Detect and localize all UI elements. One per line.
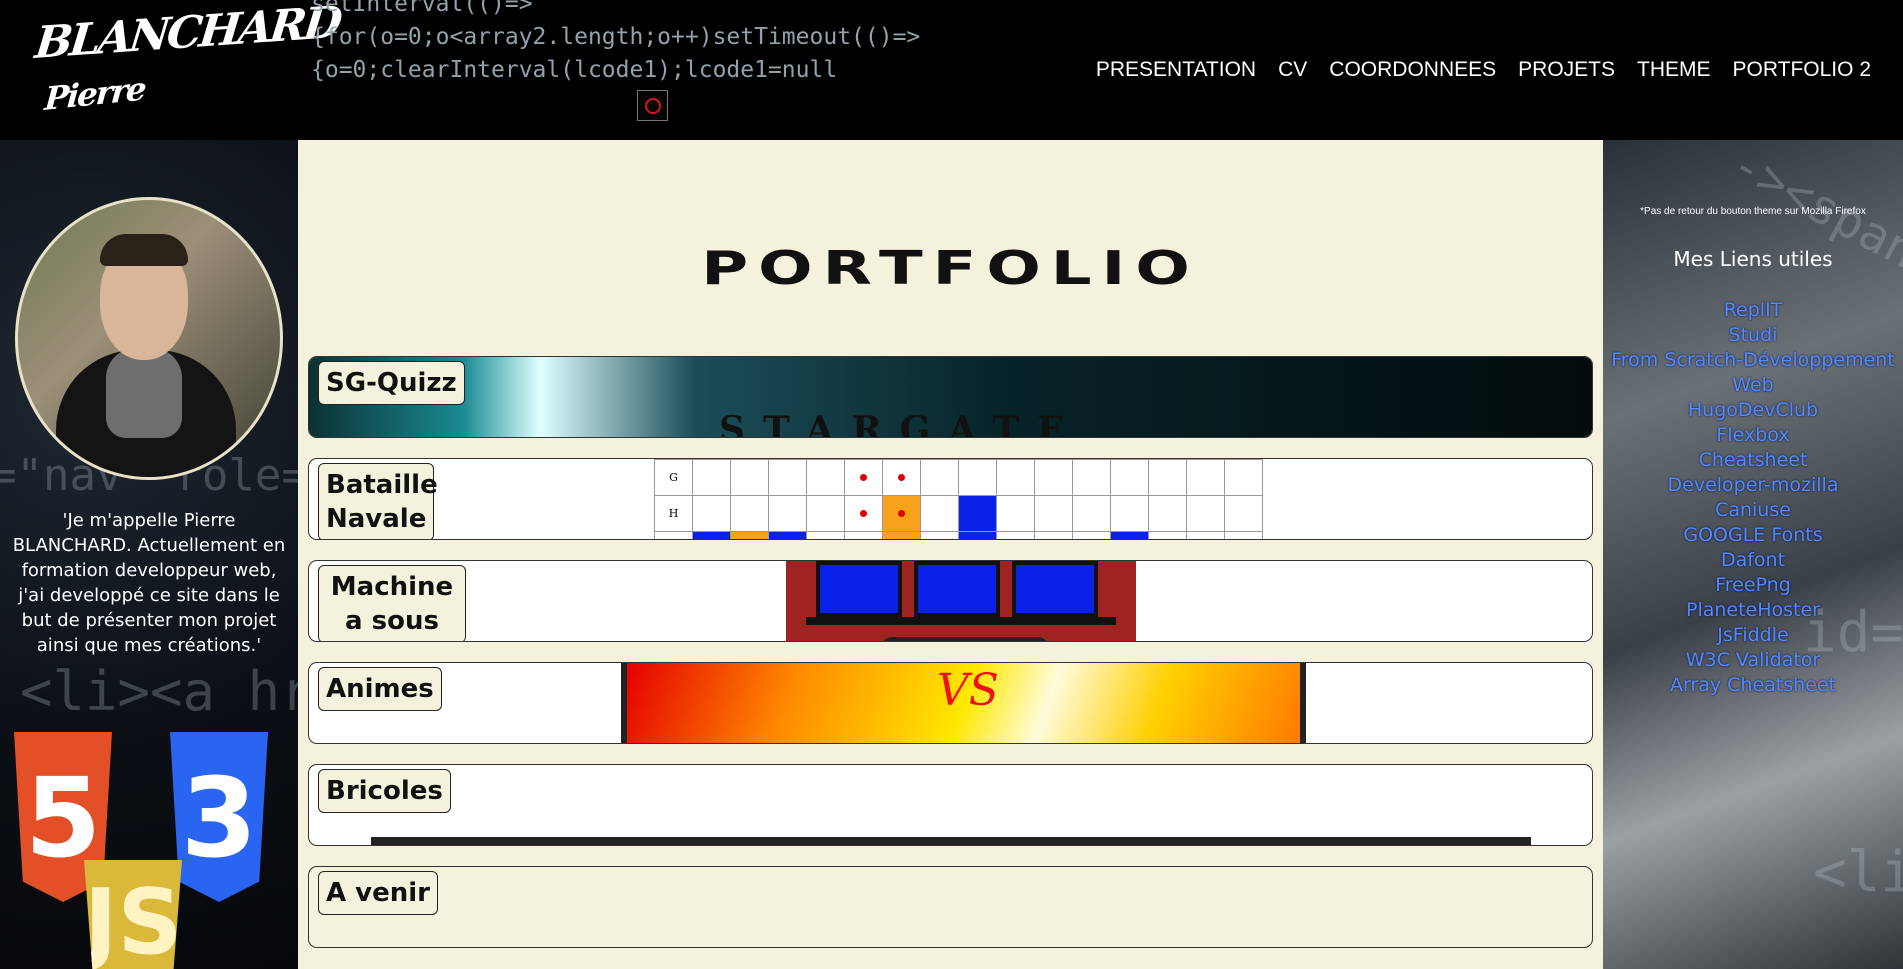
nav-cv[interactable]: CV xyxy=(1278,58,1307,82)
project-label: Machine a sous xyxy=(318,565,466,641)
link-hugodevclub[interactable]: HugoDevClub xyxy=(1603,398,1903,423)
link-flexbox[interactable]: Flexbox xyxy=(1603,423,1903,448)
stop-circle-icon xyxy=(644,97,661,114)
project-row-machine-a-sous[interactable]: Machine a sous xyxy=(308,560,1593,642)
code-line: {for(o=0;o<array2.length;o++)setTimeout(… xyxy=(311,24,921,50)
link-cheatsheet[interactable]: Cheatsheet xyxy=(1603,448,1903,473)
animated-code: setInterval(()=> {for(o=0;o<array2.length… xyxy=(311,0,920,87)
project-label: Bricoles xyxy=(318,769,451,813)
link-jsfiddle[interactable]: JsFiddle xyxy=(1603,623,1903,648)
logo[interactable]: BLANCHARD Pierre xyxy=(33,0,342,128)
background-code-decoration: <li xyxy=(1813,840,1903,905)
project-label: SG-Quizz xyxy=(318,361,465,405)
header: BLANCHARD Pierre setInterval(()=> {for(o=… xyxy=(0,0,1903,138)
nav-coordonnees[interactable]: COORDONNEES xyxy=(1329,58,1496,82)
project-row-sg-quizz[interactable]: STARGATE SG-Quizz xyxy=(308,356,1593,438)
link-google-fonts[interactable]: GOOGLE Fonts xyxy=(1603,523,1903,548)
page-title: PORTFOLIO xyxy=(701,242,1200,296)
project-row-bataille-navale[interactable]: G H Bataille Navale xyxy=(308,458,1593,540)
nav-theme[interactable]: THEME xyxy=(1637,58,1711,82)
link-developer-mozilla[interactable]: Developer-mozilla xyxy=(1603,473,1903,498)
useful-links-list: ReplIT Studi From Scratch-Développement … xyxy=(1603,298,1903,698)
nav-projets[interactable]: PROJETS xyxy=(1518,58,1615,82)
main-nav: PRESENTATION CV COORDONNEES PROJETS THEM… xyxy=(1096,58,1871,82)
nav-portfolio-2[interactable]: PORTFOLIO 2 xyxy=(1733,58,1871,82)
project-label: Bataille Navale xyxy=(318,463,438,539)
logo-main-text: BLANCHARD xyxy=(32,0,342,69)
link-caniuse[interactable]: Caniuse xyxy=(1603,498,1903,523)
link-from-scratch[interactable]: From Scratch-Développement Web xyxy=(1603,348,1903,398)
link-w3c-validator[interactable]: W3C Validator xyxy=(1603,648,1903,673)
project-row-animes[interactable]: VS Animes xyxy=(308,662,1593,744)
firefox-note: *Pas de retour du bouton theme sur Mozil… xyxy=(1640,206,1866,217)
link-dafont[interactable]: Dafont xyxy=(1603,548,1903,573)
bricoles-preview xyxy=(371,837,1531,845)
main-content: PORTFOLIO STARGATE SG-Quizz G H Bataille… xyxy=(298,140,1603,969)
logo-sub-text: Pierre xyxy=(43,69,146,118)
background-code-decoration: <li><a href xyxy=(20,660,298,723)
nav-presentation[interactable]: PRESENTATION xyxy=(1096,58,1256,82)
code-line: setInterval(()=> xyxy=(311,0,533,17)
code-line: {o=0;clearInterval(lcode1);lcode1=null xyxy=(311,57,838,83)
animes-preview: VS xyxy=(621,663,1306,743)
slot-machine-preview xyxy=(786,561,1136,641)
stop-animation-button[interactable] xyxy=(637,90,668,121)
project-row-bricoles[interactable]: Bricoles xyxy=(308,764,1593,846)
link-freepng[interactable]: FreePng xyxy=(1603,573,1903,598)
project-label: A venir xyxy=(318,871,438,915)
link-planetehoster[interactable]: PlaneteHoster xyxy=(1603,598,1903,623)
project-row-a-venir[interactable]: A venir xyxy=(308,866,1593,948)
js-logo-icon: JS xyxy=(84,860,182,969)
css3-logo-icon: 3 xyxy=(170,732,268,902)
link-studi[interactable]: Studi xyxy=(1603,323,1903,348)
link-replit[interactable]: ReplIT xyxy=(1603,298,1903,323)
right-sidebar: -><span id= <li *Pas de retour du bouton… xyxy=(1603,140,1903,969)
versus-text: VS xyxy=(937,665,999,716)
grid-row-header: G xyxy=(654,459,693,496)
profile-photo xyxy=(15,197,283,480)
grid-row-header: H xyxy=(654,495,693,532)
left-sidebar: ="nav" role= <li><a href 'Je m'appelle P… xyxy=(0,140,298,969)
sg-quizz-preview: STARGATE xyxy=(309,357,1592,437)
links-title: Mes Liens utiles xyxy=(1673,247,1833,271)
project-label: Animes xyxy=(318,667,442,711)
link-array-cheatsheet[interactable]: Array Cheatsheet xyxy=(1603,673,1903,698)
bio-text: 'Je m'appelle Pierre BLANCHARD. Actuelle… xyxy=(12,510,286,656)
battleship-grid-preview: G H xyxy=(654,459,1264,539)
